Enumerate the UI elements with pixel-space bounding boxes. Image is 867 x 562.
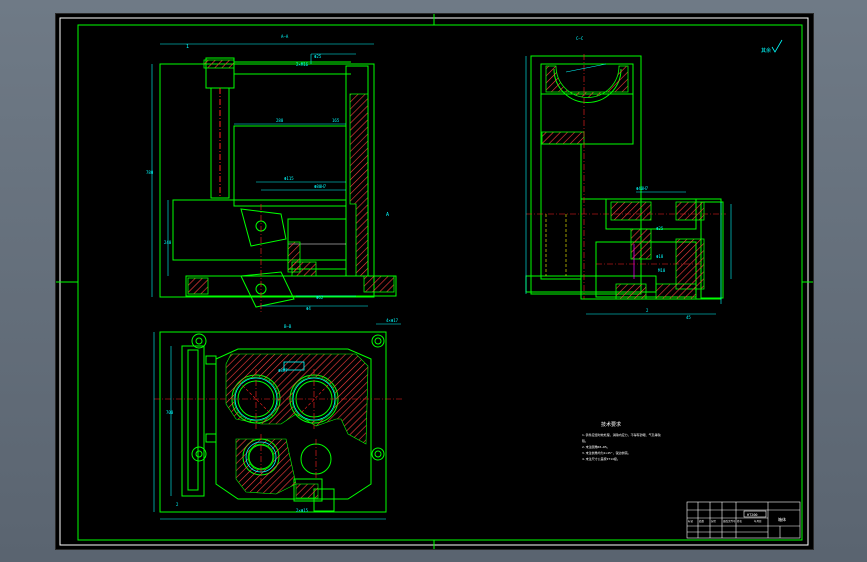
- svg-text:4×Φ17: 4×Φ17: [386, 318, 399, 323]
- svg-text:165: 165: [332, 118, 340, 123]
- side-section-view: Φ40H7 Φ25 2 45 Φ18 M10 C—C: [525, 36, 732, 320]
- roughness-label: 其余: [761, 47, 771, 54]
- title-block-cell: 分区: [711, 519, 717, 523]
- side-view-mark: A: [386, 212, 389, 218]
- svg-text:M10: M10: [658, 268, 666, 273]
- note-line: 2.未注圆角R3~R5。: [582, 444, 610, 449]
- note-line: 陷。: [582, 438, 588, 443]
- note-line: 4.未注尺寸公差按IT14级。: [582, 456, 620, 461]
- title-block-material: HT200: [747, 513, 758, 517]
- title-block-cell: 签名: [737, 519, 743, 523]
- svg-text:Φ18: Φ18: [656, 254, 664, 259]
- svg-text:2×Φ15: 2×Φ15: [296, 508, 309, 513]
- svg-text:Φ4: Φ4: [306, 306, 311, 311]
- title-block-cell: 处数: [699, 519, 705, 523]
- notes-title: 技术要求: [601, 421, 621, 428]
- front-section-label: A—A: [281, 34, 289, 39]
- svg-text:Φ25: Φ25: [656, 226, 664, 231]
- svg-text:Φ25: Φ25: [314, 54, 322, 59]
- technical-notes: 技术要求 1.铸件应经时效处理，消除内应力，不得有砂眼、气孔等缺 陷。 2.未注…: [582, 421, 661, 461]
- title-block-cell: 更改文件号: [723, 519, 736, 523]
- note-line: 1.铸件应经时效处理，消除内应力，不得有砂眼、气孔等缺: [582, 432, 661, 437]
- svg-text:2: 2: [646, 308, 649, 313]
- svg-text:Φ40H7: Φ40H7: [636, 186, 649, 191]
- front-section-view: 165 280 Φ115 Φ80H7 2×M16 Φ25 780 240 Φ62…: [146, 34, 397, 314]
- svg-text:Φ8H7: Φ8H7: [278, 368, 288, 373]
- svg-text:2×M16: 2×M16: [296, 62, 309, 67]
- svg-text:280: 280: [276, 118, 284, 123]
- svg-text:1: 1: [186, 44, 189, 50]
- svg-text:45: 45: [686, 315, 691, 320]
- drawing-sheet: 165 280 Φ115 Φ80H7 2×M16 Φ25 780 240 Φ62…: [55, 13, 814, 550]
- svg-text:700: 700: [166, 410, 174, 415]
- svg-text:2: 2: [176, 502, 179, 507]
- svg-text:780: 780: [146, 170, 154, 175]
- svg-text:Φ80H7: Φ80H7: [314, 184, 327, 189]
- side-section-label: C—C: [576, 36, 584, 41]
- bottom-view-label: B—B: [284, 324, 292, 329]
- drawing-canvas: 165 280 Φ115 Φ80H7 2×M16 Φ25 780 240 Φ62…: [56, 14, 813, 549]
- svg-text:Φ62: Φ62: [316, 295, 324, 300]
- title-block-cell: 标记: [688, 519, 694, 523]
- svg-text:240: 240: [164, 240, 172, 245]
- title-block-cell: 年月日: [754, 519, 762, 523]
- note-line: 3.未注倒角均为1×45°，锐边倒钝。: [582, 450, 631, 455]
- title-block: HT200 箱体 标记 处数 分区 更改文件号 签名 年月日: [686, 501, 801, 539]
- roughness-symbol: 其余: [761, 39, 783, 54]
- svg-text:Φ115: Φ115: [284, 176, 294, 181]
- title-block-drawing-name: 箱体: [778, 516, 786, 522]
- bottom-view: Φ8H7 700 2×Φ15 4×Φ17 B—B 2: [153, 318, 404, 520]
